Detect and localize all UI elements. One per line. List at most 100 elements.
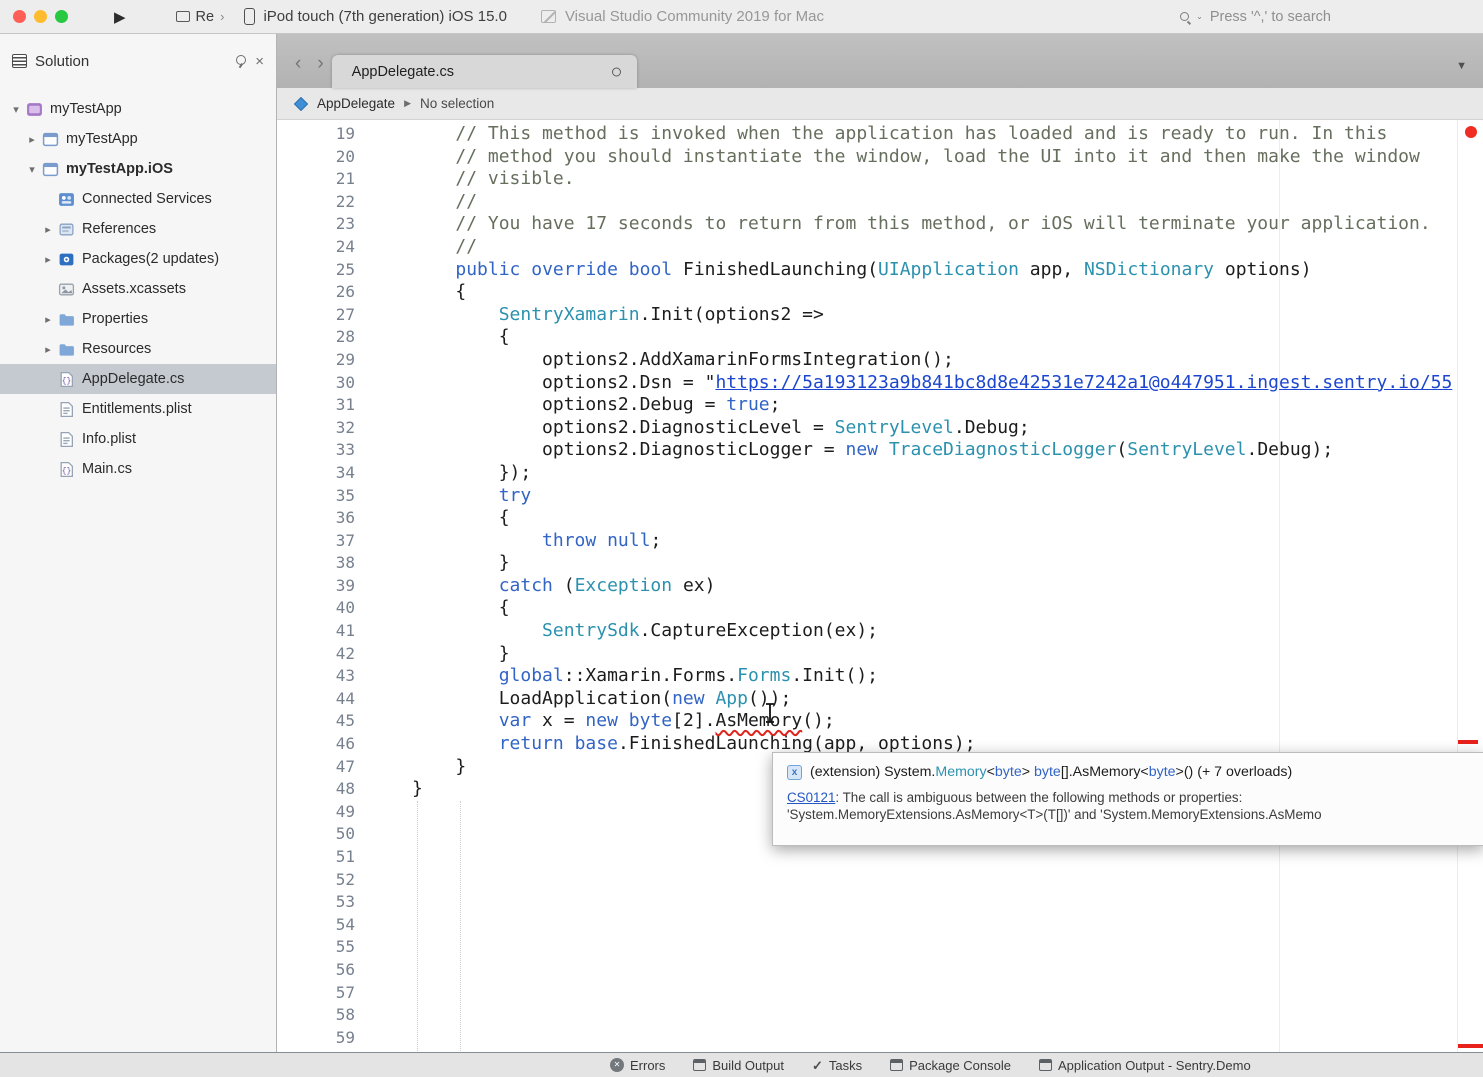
bottom-tab-application-output-sentry-demo[interactable]: Application Output - Sentry.Demo [1039,1058,1251,1073]
code-line[interactable]: 24 // [277,236,1483,259]
tree-item-appdelegate-cs[interactable]: {}AppDelegate.cs [0,364,276,394]
pin-icon[interactable] [235,55,247,67]
code-line[interactable]: 27 SentryXamarin.Init(options2 => [277,304,1483,327]
tree-item-packages[interactable]: ▸Packages (2 updates) [0,244,276,274]
code-line[interactable]: 44 LoadApplication(new App()); [277,688,1483,711]
tree-item-connected-services[interactable]: Connected Services [0,184,276,214]
code-line[interactable]: 45 var x = new byte[2].AsMemory(); [277,710,1483,733]
line-number[interactable]: 36 [277,507,355,530]
code-line[interactable]: 34 }); [277,462,1483,485]
tree-item-info-plist[interactable]: Info.plist [0,424,276,454]
code-line[interactable]: 26 { [277,281,1483,304]
bottom-tab-tasks[interactable]: ✓Tasks [812,1058,862,1073]
line-number[interactable]: 56 [277,959,355,982]
line-number[interactable]: 41 [277,620,355,643]
line-number[interactable]: 27 [277,304,355,327]
code-line[interactable]: 40 { [277,597,1483,620]
close-window-button[interactable] [13,10,26,23]
disclosure-triangle-icon[interactable]: ▸ [38,343,58,356]
line-number[interactable]: 26 [277,281,355,304]
code-line[interactable]: 28 { [277,326,1483,349]
line-number[interactable]: 46 [277,733,355,756]
error-code-link[interactable]: CS0121 [787,790,835,805]
line-number[interactable]: 35 [277,485,355,508]
code-line[interactable]: 51 [277,846,1483,869]
bottom-tab-package-console[interactable]: Package Console [890,1058,1011,1073]
code-editor[interactable]: 19 // This method is invoked when the ap… [277,120,1483,1052]
line-number[interactable]: 29 [277,349,355,372]
line-number[interactable]: 34 [277,462,355,485]
line-number[interactable]: 21 [277,168,355,191]
line-number[interactable]: 23 [277,213,355,236]
line-number[interactable]: 49 [277,801,355,824]
code-line[interactable]: 35 try [277,485,1483,508]
line-number[interactable]: 37 [277,530,355,553]
disclosure-triangle-icon[interactable]: ▾ [6,103,26,116]
tree-item-properties[interactable]: ▸Properties [0,304,276,334]
line-number[interactable]: 51 [277,846,355,869]
code-line[interactable]: 30 options2.Dsn = "https://5a193123a9b84… [277,372,1483,395]
bottom-tab-errors[interactable]: ✕Errors [610,1058,665,1073]
tree-item-mytestapp-ios[interactable]: ▾myTestApp.iOS [0,154,276,184]
line-number[interactable]: 33 [277,439,355,462]
line-number[interactable]: 22 [277,191,355,214]
code-line[interactable]: 52 [277,869,1483,892]
code-line[interactable]: 43 global::Xamarin.Forms.Forms.Init(); [277,665,1483,688]
code-line[interactable]: 33 options2.DiagnosticLogger = new Trace… [277,439,1483,462]
tab-list-dropdown-icon[interactable]: ▼ [1456,60,1467,72]
code-line[interactable]: 20 // method you should instantiate the … [277,146,1483,169]
line-number[interactable]: 39 [277,575,355,598]
disclosure-triangle-icon[interactable]: ▸ [38,223,58,236]
close-icon[interactable]: × [255,54,264,69]
code-line[interactable]: 55 [277,936,1483,959]
bottom-tab-build-output[interactable]: Build Output [693,1058,784,1073]
zoom-window-button[interactable] [55,10,68,23]
tree-item-resources[interactable]: ▸Resources [0,334,276,364]
search-field[interactable]: ⌄ Press '^,' to search [1180,9,1331,25]
line-number[interactable]: 24 [277,236,355,259]
line-number[interactable]: 58 [277,1004,355,1027]
code-line[interactable]: 29 options2.AddXamarinFormsIntegration()… [277,349,1483,372]
line-number[interactable]: 59 [277,1027,355,1050]
line-number[interactable]: 30 [277,372,355,395]
line-number[interactable]: 42 [277,643,355,666]
line-number[interactable]: 32 [277,417,355,440]
code-line[interactable]: 41 SentrySdk.CaptureException(ex); [277,620,1483,643]
minimize-window-button[interactable] [34,10,47,23]
tab-appdelegate[interactable]: AppDelegate.cs [332,55,637,88]
code-line[interactable]: 22 // [277,191,1483,214]
code-line[interactable]: 37 throw null; [277,530,1483,553]
line-number[interactable]: 53 [277,891,355,914]
line-number[interactable]: 47 [277,756,355,779]
line-number[interactable]: 45 [277,710,355,733]
disclosure-triangle-icon[interactable]: ▸ [38,313,58,326]
modified-indicator-icon[interactable] [612,67,621,76]
breadcrumb-selection[interactable]: No selection [420,96,494,111]
breadcrumb-class[interactable]: AppDelegate [317,96,395,111]
line-number[interactable]: 43 [277,665,355,688]
code-line[interactable]: 36 { [277,507,1483,530]
disclosure-triangle-icon[interactable]: ▸ [22,133,42,146]
line-number[interactable]: 48 [277,778,355,801]
code-line[interactable]: 21 // visible. [277,168,1483,191]
code-line[interactable]: 58 [277,1004,1483,1027]
navigate-back-button[interactable]: ‹ [295,54,301,73]
code-line[interactable]: 19 // This method is invoked when the ap… [277,123,1483,146]
line-number[interactable]: 50 [277,823,355,846]
code-line[interactable]: 38 } [277,552,1483,575]
line-number[interactable]: 52 [277,869,355,892]
code-line[interactable]: 42 } [277,643,1483,666]
line-number[interactable]: 20 [277,146,355,169]
disclosure-triangle-icon[interactable]: ▾ [22,163,42,176]
build-configuration-selector[interactable]: Re › [176,9,225,25]
line-number[interactable]: 25 [277,259,355,282]
line-number[interactable]: 55 [277,936,355,959]
code-line[interactable]: 23 // You have 17 seconds to return from… [277,213,1483,236]
code-line[interactable]: 57 [277,982,1483,1005]
tree-item-mytestapp[interactable]: ▸myTestApp [0,124,276,154]
code-line[interactable]: 32 options2.DiagnosticLevel = SentryLeve… [277,417,1483,440]
line-number[interactable]: 54 [277,914,355,937]
line-number[interactable]: 38 [277,552,355,575]
code-line[interactable]: 39 catch (Exception ex) [277,575,1483,598]
line-number[interactable]: 44 [277,688,355,711]
